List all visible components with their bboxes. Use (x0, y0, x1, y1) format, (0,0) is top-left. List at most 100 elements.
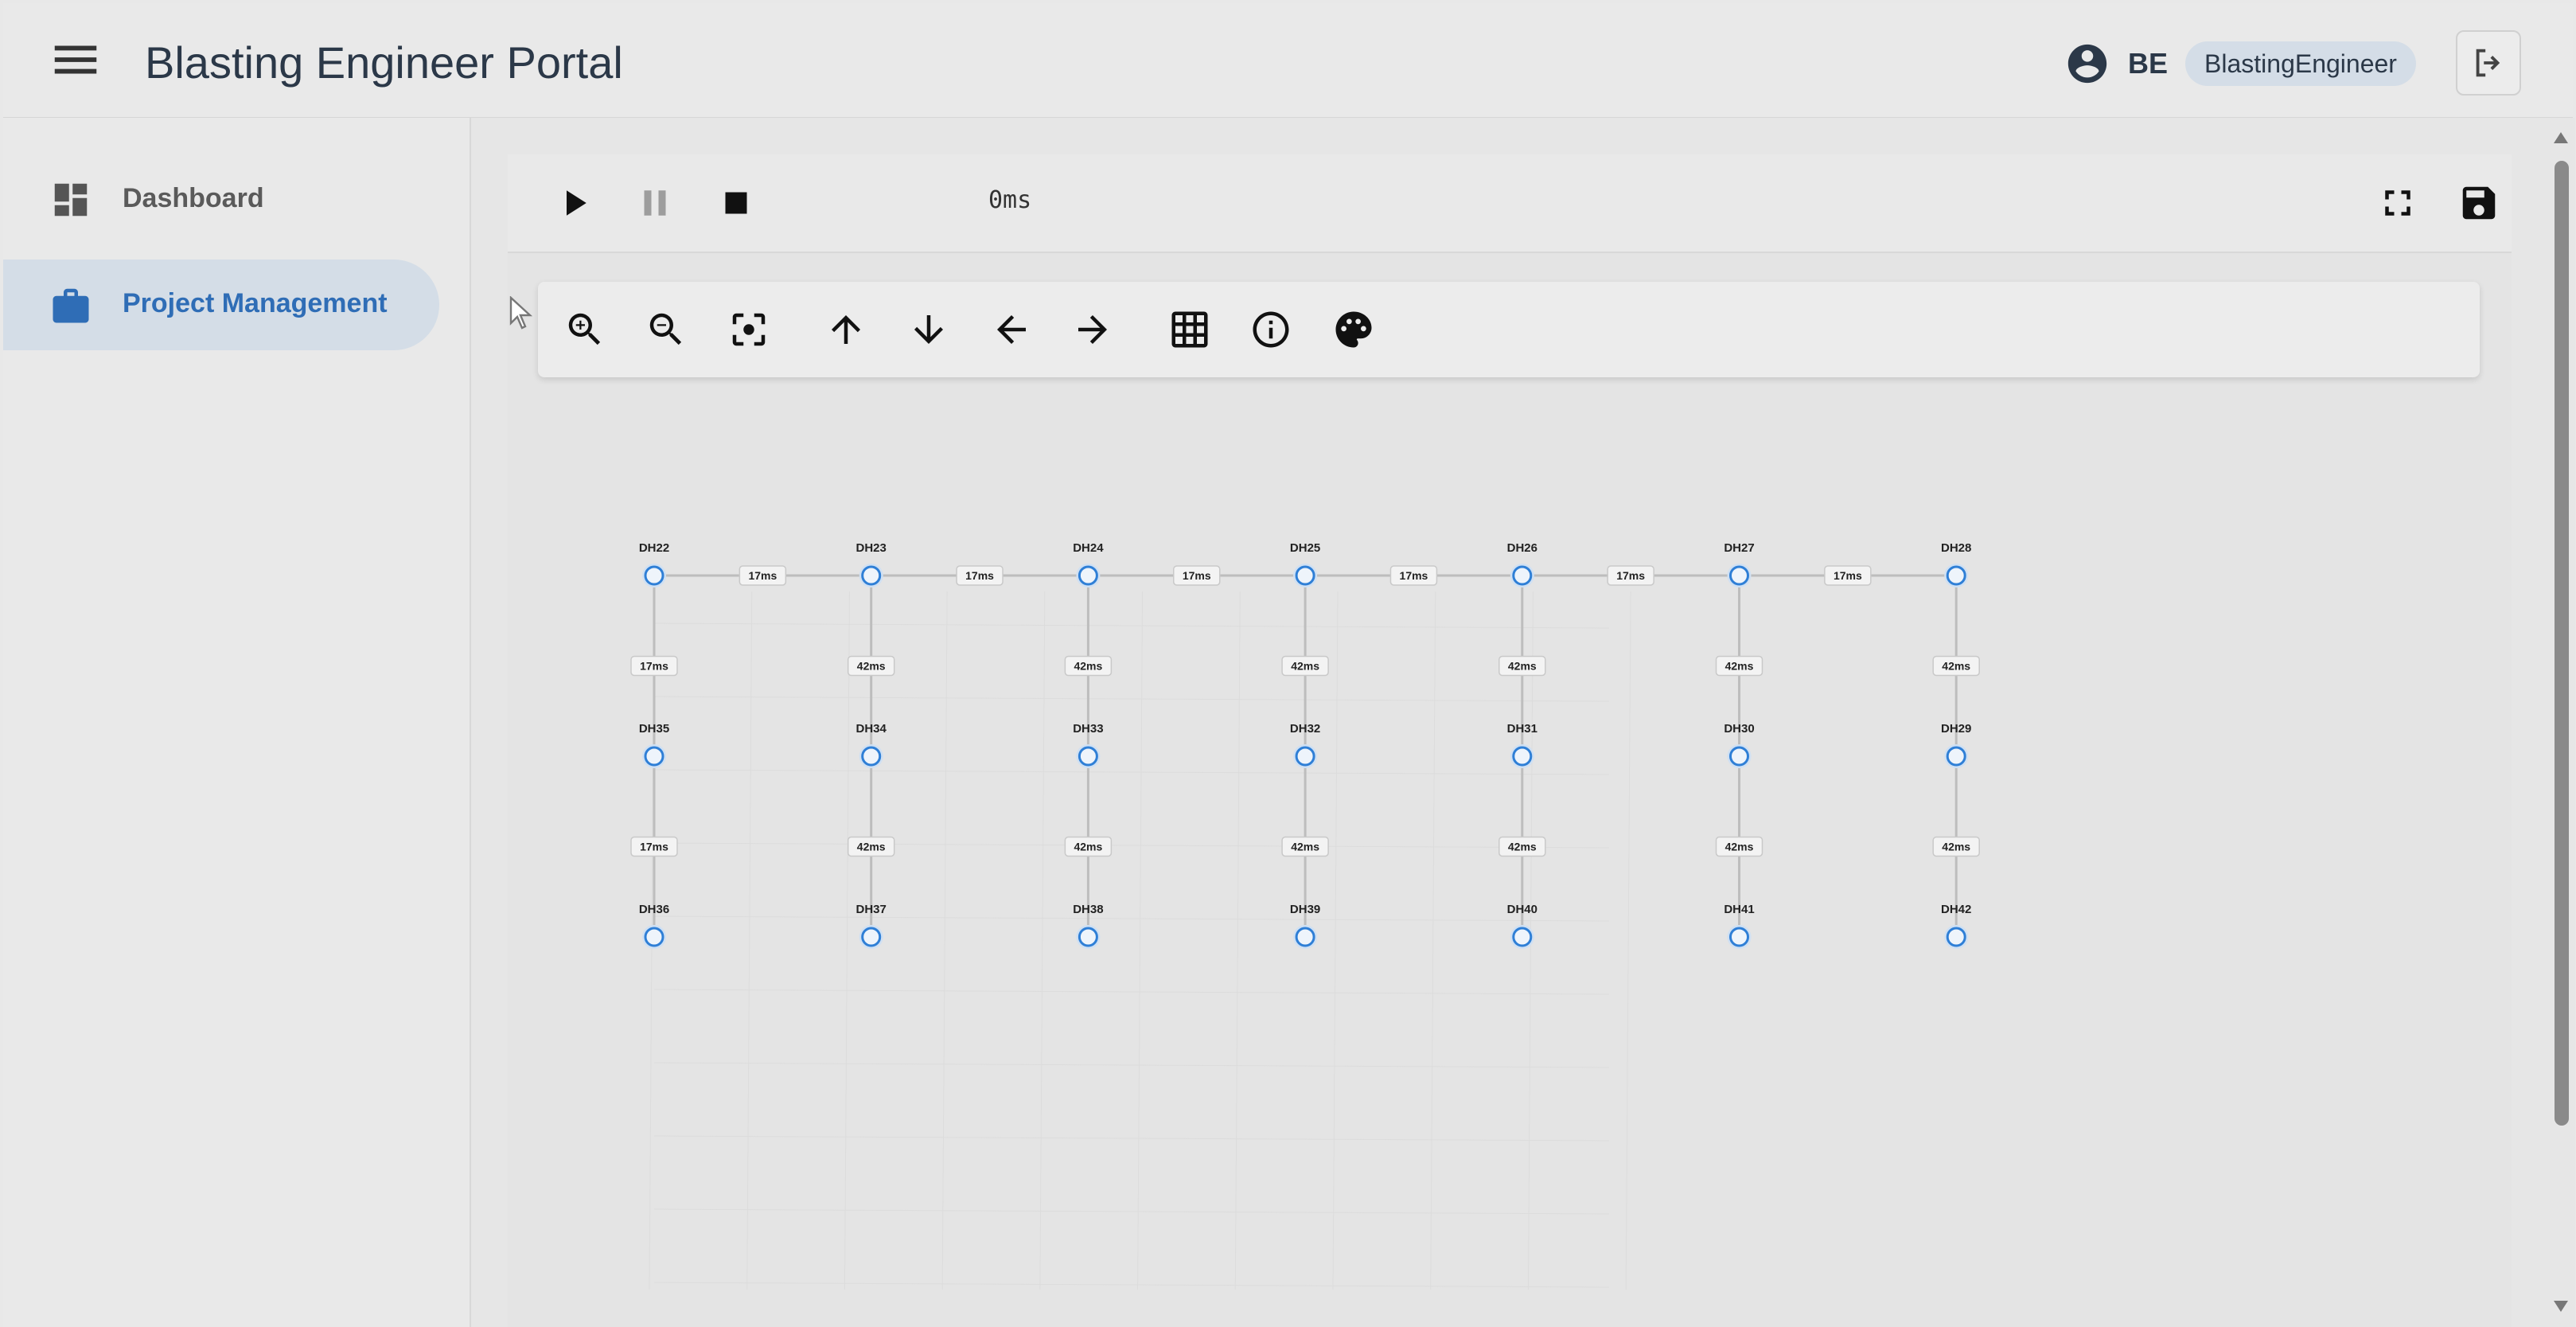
zoom-out-button[interactable] (645, 308, 688, 351)
fullscreen-button[interactable] (2376, 181, 2419, 224)
blast-hole-circle[interactable] (1946, 565, 1966, 586)
blast-hole-circle[interactable] (861, 927, 882, 947)
blast-hole-circle[interactable] (861, 565, 882, 586)
logout-button[interactable] (2456, 30, 2521, 96)
delay-label[interactable]: 17ms (1389, 565, 1438, 586)
scroll-down-arrow[interactable] (2554, 1301, 2568, 1312)
graph-toolbar (538, 282, 2480, 377)
blast-hole-circle[interactable] (1729, 746, 1749, 767)
zoom-in-button[interactable] (563, 308, 606, 351)
blast-hole-node[interactable]: DH31 (1507, 722, 1537, 768)
blast-hole-circle[interactable] (861, 746, 882, 767)
delay-label[interactable]: 42ms (1932, 836, 1980, 857)
blast-hole-circle[interactable] (1295, 927, 1315, 947)
delay-label[interactable]: 42ms (1064, 655, 1113, 677)
blast-hole-circle[interactable] (1078, 927, 1098, 947)
delay-label[interactable]: 17ms (1173, 565, 1221, 586)
blast-hole-node[interactable]: DH42 (1941, 903, 1971, 949)
blast-hole-label: DH26 (1507, 541, 1537, 555)
blast-hole-node[interactable]: DH26 (1507, 541, 1537, 587)
delay-label[interactable]: 17ms (630, 836, 678, 857)
blast-hole-node[interactable]: DH23 (856, 541, 887, 587)
dashboard-icon (49, 178, 92, 221)
delay-label[interactable]: 42ms (1498, 655, 1546, 677)
blast-hole-circle[interactable] (1295, 746, 1315, 767)
delay-label[interactable]: 17ms (630, 655, 678, 677)
blast-hole-circle[interactable] (1512, 927, 1533, 947)
blast-hole-node[interactable]: DH28 (1941, 541, 1971, 587)
delay-label[interactable]: 42ms (1932, 655, 1980, 677)
scroll-up-arrow[interactable] (2554, 132, 2568, 143)
blast-hole-node[interactable]: DH41 (1724, 903, 1755, 949)
blast-hole-node[interactable]: DH36 (639, 903, 669, 949)
pan-right-button[interactable] (1071, 308, 1114, 351)
pause-button[interactable] (633, 181, 676, 224)
blast-hole-circle[interactable] (1078, 565, 1098, 586)
blast-hole-label: DH36 (639, 903, 669, 916)
blast-hole-node[interactable]: DH39 (1290, 903, 1320, 949)
role-badge: BlastingEngineer (2185, 41, 2416, 86)
blast-hole-node[interactable]: DH40 (1507, 903, 1537, 949)
blast-hole-node[interactable]: DH30 (1724, 722, 1755, 768)
blast-hole-node[interactable]: DH32 (1290, 722, 1320, 768)
blast-hole-node[interactable]: DH33 (1073, 722, 1104, 768)
blast-hole-circle[interactable] (1295, 565, 1315, 586)
grid-line (653, 915, 1610, 922)
delay-label[interactable]: 42ms (1064, 836, 1113, 857)
blast-hole-circle[interactable] (1946, 927, 1966, 947)
delay-label[interactable]: 17ms (1824, 565, 1872, 586)
blast-hole-node[interactable]: DH27 (1724, 541, 1755, 587)
blast-hole-circle[interactable] (1078, 746, 1098, 767)
grid-icon (1171, 311, 1208, 348)
delay-label[interactable]: 42ms (1715, 836, 1763, 857)
blast-hole-node[interactable]: DH24 (1073, 541, 1104, 587)
grid-line (1137, 591, 1144, 1290)
delay-label[interactable]: 17ms (1607, 565, 1654, 586)
blast-pattern-graph[interactable]: 17ms 17ms 17ms 17ms 17ms 17ms 17ms 42ms 42ms 42ms… (573, 494, 2021, 1313)
blast-hole-circle[interactable] (1729, 927, 1749, 947)
blast-hole-circle[interactable] (1512, 565, 1533, 586)
blast-hole-node[interactable]: DH34 (856, 722, 887, 768)
menu-button[interactable] (48, 32, 103, 88)
pan-left-button[interactable] (990, 308, 1033, 351)
delay-label[interactable]: 42ms (1281, 836, 1329, 857)
blast-hole-node[interactable]: DH22 (639, 541, 669, 587)
blast-hole-node[interactable]: DH38 (1073, 903, 1104, 949)
pan-up-button[interactable] (824, 308, 867, 351)
delay-label-text: 17ms (1834, 569, 1862, 582)
info-button[interactable] (1249, 308, 1292, 351)
blast-hole-circle[interactable] (644, 927, 664, 947)
blast-hole-node[interactable]: DH35 (639, 722, 669, 768)
play-button[interactable] (552, 181, 595, 224)
zoom-out-icon (649, 313, 682, 345)
blast-hole-circle[interactable] (644, 746, 664, 767)
grid-toggle-button[interactable] (1168, 308, 1211, 351)
palette-button[interactable] (1332, 308, 1375, 351)
delay-label[interactable]: 17ms (956, 565, 1004, 586)
app: Blasting Engineer Portal BE BlastingEngi… (0, 0, 2576, 1327)
save-button[interactable] (2457, 181, 2500, 224)
delay-label[interactable]: 42ms (847, 655, 895, 677)
blast-hole-node[interactable]: DH29 (1941, 722, 1971, 768)
blast-hole-node[interactable]: DH37 (856, 903, 887, 949)
grid-line (1430, 591, 1436, 1290)
delay-label[interactable]: 42ms (1281, 655, 1329, 677)
fit-view-button[interactable] (727, 308, 770, 351)
blast-hole-circle[interactable] (1946, 746, 1966, 767)
scroll-thumb[interactable] (2555, 161, 2569, 1126)
delay-label[interactable]: 42ms (1715, 655, 1763, 677)
stop-button[interactable] (715, 181, 758, 224)
blast-hole-node[interactable]: DH25 (1290, 541, 1320, 587)
delay-label[interactable]: 42ms (847, 836, 895, 857)
page-scrollbar[interactable] (2547, 118, 2575, 1327)
blast-hole-circle[interactable] (644, 565, 664, 586)
blast-hole-circle[interactable] (1729, 565, 1749, 586)
sidebar-item-project-management[interactable]: Project Management (3, 260, 439, 350)
blast-hole-circle[interactable] (1512, 746, 1533, 767)
pan-down-button[interactable] (907, 308, 950, 351)
account-circle-icon[interactable] (2064, 41, 2110, 87)
delay-label[interactable]: 17ms (739, 565, 787, 586)
delay-label[interactable]: 42ms (1498, 836, 1546, 857)
sidebar-item-dashboard[interactable]: Dashboard (3, 154, 439, 245)
graph-canvas[interactable]: 17ms 17ms 17ms 17ms 17ms 17ms 17ms 42ms 42ms 42ms… (573, 494, 2021, 1313)
